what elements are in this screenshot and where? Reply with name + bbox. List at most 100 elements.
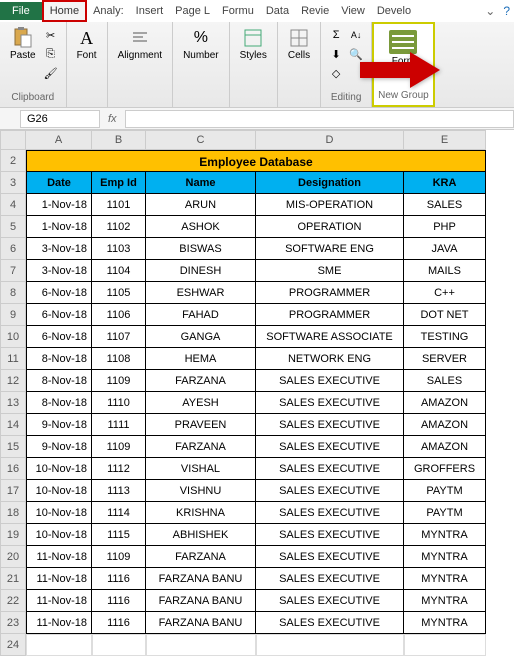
row-header[interactable]: 5 — [0, 216, 26, 238]
row-header[interactable]: 12 — [0, 370, 26, 392]
cell-designation[interactable]: SALES EXECUTIVE — [256, 414, 404, 436]
header-kra[interactable]: KRA — [404, 172, 486, 194]
styles-button[interactable]: Styles — [236, 26, 271, 63]
cell-date[interactable]: 9-Nov-18 — [26, 414, 92, 436]
cell-empid[interactable]: 1116 — [92, 590, 146, 612]
cell-designation[interactable]: SALES EXECUTIVE — [256, 590, 404, 612]
cell-kra[interactable]: AMAZON — [404, 392, 486, 414]
cell-name[interactable]: FARZANA — [146, 436, 256, 458]
cell-date[interactable]: 10-Nov-18 — [26, 480, 92, 502]
col-header[interactable]: A — [26, 130, 92, 150]
cell-kra[interactable]: SALES — [404, 370, 486, 392]
tab-view[interactable]: View — [335, 2, 371, 20]
cell-empid[interactable]: 1115 — [92, 524, 146, 546]
header-empid[interactable]: Emp Id — [92, 172, 146, 194]
cell-date[interactable]: 6-Nov-18 — [26, 326, 92, 348]
cell-kra[interactable]: TESTING — [404, 326, 486, 348]
cell-kra[interactable]: PAYTM — [404, 480, 486, 502]
cell-date[interactable]: 8-Nov-18 — [26, 392, 92, 414]
cell-date[interactable]: 10-Nov-18 — [26, 502, 92, 524]
cell-name[interactable]: ESHWAR — [146, 282, 256, 304]
cell-name[interactable]: HEMA — [146, 348, 256, 370]
name-box[interactable]: G26 — [20, 110, 100, 128]
header-designation[interactable]: Designation — [256, 172, 404, 194]
cell-name[interactable]: FARZANA — [146, 370, 256, 392]
clear-button[interactable]: ◇ — [327, 64, 345, 82]
cell-name[interactable]: FARZANA BANU — [146, 568, 256, 590]
cell-kra[interactable]: MAILS — [404, 260, 486, 282]
cell-kra[interactable]: AMAZON — [404, 414, 486, 436]
cell-empid[interactable]: 1102 — [92, 216, 146, 238]
tab-insert[interactable]: Insert — [130, 2, 170, 20]
row-header[interactable]: 4 — [0, 194, 26, 216]
tab-formulas[interactable]: Formu — [216, 2, 260, 20]
cell-empid[interactable]: 1116 — [92, 568, 146, 590]
tab-page-layout[interactable]: Page L — [169, 2, 216, 20]
cell-designation[interactable]: SALES EXECUTIVE — [256, 568, 404, 590]
cell-kra[interactable]: PHP — [404, 216, 486, 238]
tab-analysis[interactable]: Analy: — [87, 2, 130, 20]
cell-date[interactable]: 11-Nov-18 — [26, 546, 92, 568]
cell-name[interactable]: FARZANA — [146, 546, 256, 568]
cell-empid[interactable]: 1109 — [92, 436, 146, 458]
cell-empid[interactable]: 1109 — [92, 546, 146, 568]
cells-button[interactable]: Cells — [284, 26, 314, 63]
cell-designation[interactable]: SME — [256, 260, 404, 282]
row-header[interactable]: 9 — [0, 304, 26, 326]
cell-empid[interactable]: 1109 — [92, 370, 146, 392]
cell-kra[interactable]: DOT NET — [404, 304, 486, 326]
row-header[interactable]: 13 — [0, 392, 26, 414]
cut-button[interactable]: ✂ — [42, 26, 60, 44]
tab-review[interactable]: Revie — [295, 2, 335, 20]
cell-name[interactable]: BISWAS — [146, 238, 256, 260]
cell-kra[interactable]: SALES — [404, 194, 486, 216]
header-name[interactable]: Name — [146, 172, 256, 194]
row-header[interactable]: 23 — [0, 612, 26, 634]
cell-kra[interactable]: AMAZON — [404, 436, 486, 458]
cell-name[interactable]: AYESH — [146, 392, 256, 414]
autosum-button[interactable]: Σ — [327, 26, 345, 44]
row-header[interactable]: 6 — [0, 238, 26, 260]
paste-button[interactable]: Paste — [6, 26, 40, 63]
col-header[interactable]: C — [146, 130, 256, 150]
tab-data[interactable]: Data — [260, 2, 295, 20]
tab-developer[interactable]: Develo — [371, 2, 417, 20]
cell-name[interactable]: KRISHNA — [146, 502, 256, 524]
cell-kra[interactable]: C++ — [404, 282, 486, 304]
cell-empid[interactable]: 1106 — [92, 304, 146, 326]
cell-date[interactable]: 10-Nov-18 — [26, 524, 92, 546]
row-header[interactable]: 17 — [0, 480, 26, 502]
cell-date[interactable]: 11-Nov-18 — [26, 590, 92, 612]
cell-name[interactable]: DINESH — [146, 260, 256, 282]
cell-kra[interactable]: MYNTRA — [404, 568, 486, 590]
cell-designation[interactable]: SALES EXECUTIVE — [256, 524, 404, 546]
help-icon[interactable]: ? — [499, 4, 514, 18]
cell-kra[interactable]: MYNTRA — [404, 546, 486, 568]
cell-date[interactable]: 1-Nov-18 — [26, 194, 92, 216]
cell-date[interactable]: 10-Nov-18 — [26, 458, 92, 480]
alignment-button[interactable]: Alignment — [114, 26, 166, 63]
number-button[interactable]: % Number — [179, 26, 223, 63]
cell-name[interactable]: GANGA — [146, 326, 256, 348]
cell-date[interactable]: 6-Nov-18 — [26, 304, 92, 326]
row-header[interactable]: 11 — [0, 348, 26, 370]
cell-name[interactable]: FARZANA BANU — [146, 612, 256, 634]
cell-kra[interactable]: GROFFERS — [404, 458, 486, 480]
select-all-corner[interactable] — [0, 130, 26, 150]
row-header[interactable]: 7 — [0, 260, 26, 282]
cell-date[interactable]: 8-Nov-18 — [26, 370, 92, 392]
cell-kra[interactable]: MYNTRA — [404, 524, 486, 546]
formula-bar[interactable] — [125, 110, 514, 128]
cell-name[interactable]: VISHAL — [146, 458, 256, 480]
row-header[interactable]: 10 — [0, 326, 26, 348]
cell-designation[interactable]: SALES EXECUTIVE — [256, 458, 404, 480]
header-date[interactable]: Date — [26, 172, 92, 194]
row-header[interactable]: 22 — [0, 590, 26, 612]
cell-kra[interactable]: PAYTM — [404, 502, 486, 524]
copy-button[interactable]: ⎘ — [42, 45, 60, 63]
row-header[interactable]: 2 — [0, 150, 26, 172]
font-button[interactable]: A Font — [73, 26, 101, 63]
cell-empid[interactable]: 1104 — [92, 260, 146, 282]
cell-designation[interactable]: SOFTWARE ENG — [256, 238, 404, 260]
table-title[interactable]: Employee Database — [26, 150, 486, 172]
